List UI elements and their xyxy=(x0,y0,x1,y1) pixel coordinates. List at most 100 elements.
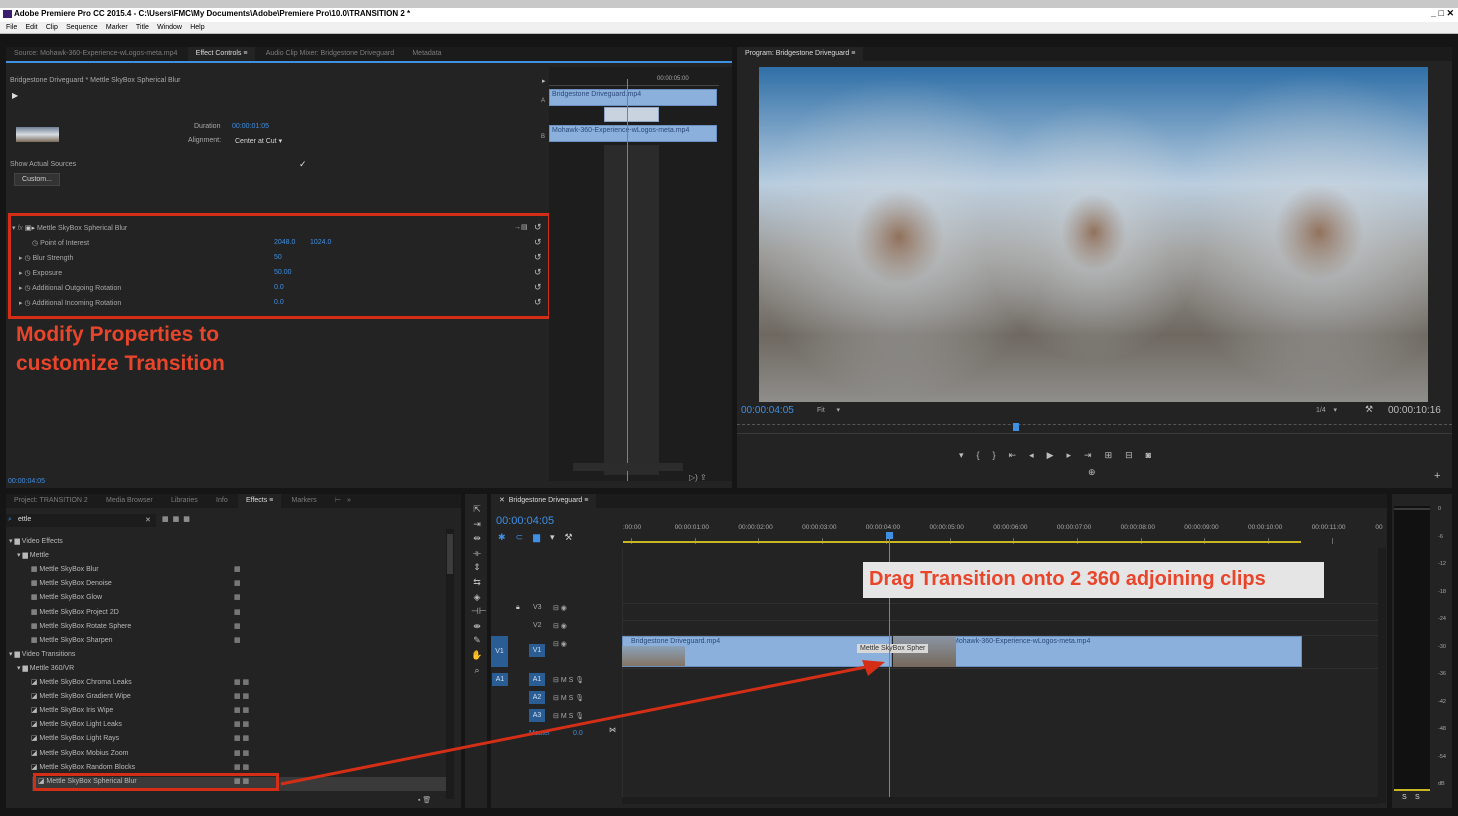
tree-folder[interactable]: ▾ ▆ Video Transitions xyxy=(9,650,75,664)
tree-item[interactable]: ▦ Mettle SkyBox Denoise xyxy=(25,579,112,593)
add-button-icon[interactable]: + xyxy=(1434,471,1440,482)
timeline-clip-mohawk[interactable]: Mohawk-360-Experience-wLogos-meta.mp4 xyxy=(932,636,1302,667)
mute-button[interactable]: M xyxy=(561,677,567,684)
tree-item[interactable]: ◪ Mettle SkyBox Light Rays xyxy=(25,734,119,748)
master-track-label: Master xyxy=(529,730,551,737)
tab-metadata[interactable]: Metadata xyxy=(404,47,449,61)
custom-button[interactable]: Custom... xyxy=(14,173,60,186)
timeline-timecode[interactable]: 00:00:04:05 xyxy=(496,515,554,527)
scroll-thumb[interactable] xyxy=(447,534,453,574)
tree-folder[interactable]: ▾ ▆ Mettle xyxy=(17,551,49,565)
solo-button[interactable]: S xyxy=(569,713,574,720)
mini-clip-b[interactable]: Mohawk-360-Experience-wLogos-meta.mp4 xyxy=(549,125,717,142)
menu-clip[interactable]: Clip xyxy=(46,22,58,33)
tree-folder[interactable]: ▾ ▆ Mettle 360/VR xyxy=(17,664,74,678)
track-a1-controls[interactable]: ⊟ M S 🎙︎ xyxy=(553,676,584,684)
tree-item[interactable]: ◪ Mettle SkyBox Chroma Leaks xyxy=(25,678,132,692)
tab-sequence[interactable]: ✕ Bridgestone Driveguard ≡ xyxy=(491,494,597,508)
menu-sequence[interactable]: Sequence xyxy=(66,22,98,33)
track-a1-target[interactable]: A1 xyxy=(529,673,545,686)
menu-edit[interactable]: Edit xyxy=(26,22,38,33)
tree-item[interactable]: ▦ Mettle SkyBox Blur xyxy=(25,565,99,579)
meter-scale-label: -18 xyxy=(1438,588,1446,595)
menu-marker[interactable]: Marker xyxy=(106,22,128,33)
work-area-bar[interactable] xyxy=(623,541,1301,543)
tool-icons[interactable]: ⇱ ⇥ ⇹ ⟛ ⇕ ⇆ ◈ ⊣⊢ ⇼ ✎ ✋ ⌕ xyxy=(471,502,487,677)
play-preview-icon[interactable]: ▶ xyxy=(12,91,18,101)
program-scrubber[interactable] xyxy=(737,424,1452,434)
timeline-tool-icons[interactable]: ✱⊂▆▾⚒ xyxy=(498,532,583,543)
wrench-icon[interactable]: ⚒ xyxy=(1365,404,1373,414)
tree-item[interactable]: ▦ Mettle SkyBox Sharpen xyxy=(25,636,113,650)
tree-item[interactable]: ▦ Mettle SkyBox Glow xyxy=(25,593,102,607)
tab-effect-controls[interactable]: Effect Controls ≡ xyxy=(187,47,256,61)
track-a3-target[interactable]: A3 xyxy=(529,709,545,722)
effects-search-input[interactable]: ⌕ ettle ✕ xyxy=(6,514,156,527)
track-v3-toggles[interactable]: ⊟ ◉ xyxy=(553,604,567,612)
filter-icons[interactable]: ▦▦▦ xyxy=(162,515,194,523)
more-tabs-icon[interactable]: ⊢ » xyxy=(327,494,359,508)
duration-value[interactable]: 00:00:01:05 xyxy=(232,123,269,130)
tab-media-browser[interactable]: Media Browser xyxy=(98,494,161,508)
menu-file[interactable]: File xyxy=(6,22,17,33)
tree-item[interactable]: ▦ Mettle SkyBox Rotate Sphere xyxy=(25,622,131,636)
vr-video-icon[interactable]: ⊕ xyxy=(1088,467,1096,477)
solo-button[interactable]: S xyxy=(569,677,574,684)
effect-controls-timecode[interactable]: 00:00:04:05 xyxy=(8,478,45,485)
transport-controls[interactable]: ▾{}⇤◂▶▸⇥⊞⊟◙ xyxy=(959,450,1164,460)
tab-source[interactable]: Source: Mohawk-360-Experience-wLogos-met… xyxy=(6,47,185,61)
tab-audio-clip-mixer[interactable]: Audio Clip Mixer: Bridgestone Driveguard xyxy=(258,47,402,61)
timeline-hscroll[interactable] xyxy=(622,797,1379,804)
show-actual-sources-checkbox[interactable]: ✓ xyxy=(299,159,307,170)
export-icons[interactable]: ▷) ⇪ xyxy=(689,473,707,482)
track-a3-controls[interactable]: ⊟ M S 🎙︎ xyxy=(553,712,584,720)
mute-button[interactable]: M xyxy=(561,713,567,720)
solo-left-button[interactable]: S xyxy=(1402,794,1407,801)
tree-item[interactable]: ◪ Mettle SkyBox Gradient Wipe xyxy=(25,692,131,706)
resolution-select[interactable]: 1/4 ▾ xyxy=(1316,406,1337,414)
source-patch-a1[interactable]: A1 xyxy=(492,673,508,686)
mini-zoom-scrollbar[interactable] xyxy=(573,463,683,471)
source-patch-v1[interactable]: V1 xyxy=(491,636,508,667)
tree-item[interactable]: ▦ Mettle SkyBox Project 2D xyxy=(25,608,119,622)
new-bin-icons[interactable]: ▪ 🗑 xyxy=(418,796,431,804)
timeline-vscroll[interactable] xyxy=(1378,548,1386,803)
mini-clip-a[interactable]: Bridgestone Driveguard.mp4 xyxy=(549,89,717,106)
tab-markers[interactable]: Markers xyxy=(284,494,325,508)
effects-scrollbar[interactable] xyxy=(446,529,454,799)
track-a2-target[interactable]: A2 xyxy=(529,691,545,704)
mini-transition[interactable] xyxy=(604,107,659,122)
tree-item[interactable]: ◪ Mettle SkyBox Mobius Zoom xyxy=(25,749,129,763)
alignment-select[interactable]: Center at Cut ▾ xyxy=(235,137,282,145)
playhead-handle[interactable] xyxy=(886,532,893,539)
fit-select[interactable]: Fit ▾ xyxy=(817,406,840,414)
menu-window[interactable]: Window xyxy=(157,22,182,33)
lock-icon[interactable]: 🔒︎ xyxy=(516,604,520,612)
mini-playhead[interactable] xyxy=(627,79,628,481)
menu-title[interactable]: Title xyxy=(136,22,149,33)
tab-libraries[interactable]: Libraries xyxy=(163,494,206,508)
master-volume-value[interactable]: 0.0 xyxy=(573,730,583,737)
transition-bar[interactable]: Mettle SkyBox Spher xyxy=(857,636,956,667)
tab-effects[interactable]: Effects ≡ xyxy=(237,494,282,508)
track-v1-toggles[interactable]: ⊟ ◉ xyxy=(553,640,567,648)
tab-project[interactable]: Project: TRANSITION 2 xyxy=(6,494,96,508)
tree-item[interactable]: ◪ Mettle SkyBox Light Leaks xyxy=(25,720,122,734)
clear-search-icon[interactable]: ✕ xyxy=(145,516,151,524)
meter-scale-label: 0 xyxy=(1438,506,1442,512)
tree-item[interactable]: ◪ Mettle SkyBox Iris Wipe xyxy=(25,706,114,720)
collapse-arrow-icon[interactable]: ▸ xyxy=(542,77,546,87)
menu-help[interactable]: Help xyxy=(190,22,204,33)
track-v2-toggles[interactable]: ⊟ ◉ xyxy=(553,622,567,630)
tab-program[interactable]: Program: Bridgestone Driveguard ≡ xyxy=(737,47,864,61)
program-playhead[interactable] xyxy=(1013,423,1019,431)
solo-right-button[interactable]: S xyxy=(1415,794,1420,801)
window-controls[interactable]: _ □ ✕ xyxy=(1431,8,1454,19)
track-v1-target[interactable]: V1 xyxy=(529,644,545,657)
solo-button[interactable]: S xyxy=(569,695,574,702)
track-a2-controls[interactable]: ⊟ M S 🎙︎ xyxy=(553,694,584,702)
program-timecode[interactable]: 00:00:04:05 xyxy=(741,405,794,416)
mute-button[interactable]: M xyxy=(561,695,567,702)
tree-folder[interactable]: ▾ ▆ Video Effects xyxy=(9,537,63,551)
tab-info[interactable]: Info xyxy=(208,494,236,508)
